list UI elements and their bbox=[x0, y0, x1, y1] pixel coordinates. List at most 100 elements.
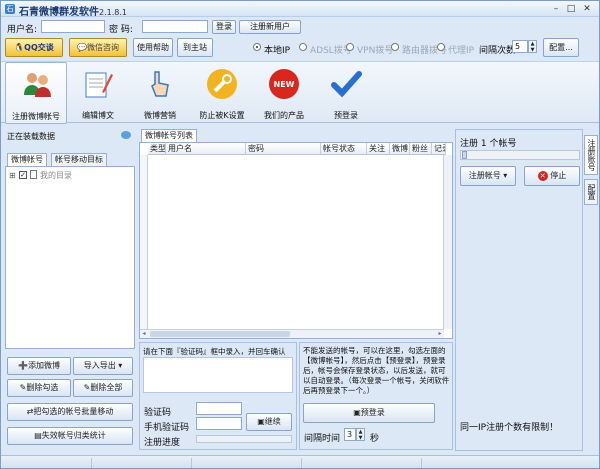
minimize-button[interactable]: – bbox=[549, 3, 563, 15]
column-header[interactable]: 粉丝 bbox=[410, 143, 432, 155]
progress-label: 注册进度 bbox=[144, 438, 181, 448]
add-weibo-button[interactable]: ➕添加微博 bbox=[7, 357, 71, 375]
hscroll-thumb[interactable] bbox=[150, 331, 290, 337]
column-header[interactable]: 关注 bbox=[367, 143, 390, 155]
app-icon: 石 bbox=[5, 4, 15, 14]
tool-register-weibo[interactable]: 注册微博帐号 bbox=[5, 62, 67, 124]
add-icon: ➕ bbox=[18, 361, 28, 370]
users-icon bbox=[24, 73, 51, 97]
phone-code-input[interactable] bbox=[196, 417, 242, 430]
site-button[interactable]: 到主站 bbox=[177, 38, 213, 57]
register-count-label: 注册 1 个帐号 bbox=[460, 139, 517, 149]
captcha-label: 验证码 bbox=[144, 408, 172, 418]
tool-anti-ban[interactable]: 防止被K设置 bbox=[191, 62, 253, 124]
tool-prelogin[interactable]: 预登录 bbox=[315, 62, 377, 124]
ip-option-label[interactable]: VPN拨号 bbox=[357, 43, 393, 56]
refresh-icon[interactable] bbox=[121, 131, 131, 139]
notepad-icon bbox=[85, 72, 113, 98]
row-selector-column bbox=[140, 155, 148, 329]
right-panel: 注册 1 个帐号 注册帐号 ▾ ✕ 停止 同一IP注册个数有限制！ bbox=[455, 129, 583, 451]
login-button[interactable]: 登录 bbox=[212, 20, 236, 34]
register-user-button[interactable]: 注册新用户 bbox=[239, 20, 301, 34]
wechat-icon: 💬 bbox=[77, 43, 87, 52]
stop-button[interactable]: ✕ 停止 bbox=[524, 166, 580, 186]
scroll-left-icon[interactable]: ◂ bbox=[140, 330, 148, 338]
tool-edit-post[interactable]: 编辑博文 bbox=[67, 62, 129, 124]
new-badge-icon: NEW bbox=[269, 69, 299, 99]
slider-thumb[interactable] bbox=[462, 151, 467, 159]
tool-products[interactable]: NEW 我们的产品 bbox=[253, 62, 315, 124]
column-header[interactable]: 微博 bbox=[390, 143, 410, 155]
main-toolbar: 注册微博帐号 编辑博文 微博营销 防止被K设置 NEW 我们的产品 预登录 bbox=[1, 61, 599, 124]
interval-count-input[interactable]: 5 bbox=[512, 40, 528, 53]
account-table[interactable]: 类型用户名密码帐号状态关注微博粉丝记录 ◂ ▸ bbox=[139, 142, 453, 339]
column-header[interactable]: 用户名 bbox=[166, 143, 246, 155]
folder-icon bbox=[30, 170, 37, 179]
column-header[interactable]: 类型 bbox=[148, 143, 166, 155]
captcha-input[interactable] bbox=[196, 402, 242, 415]
delete-checked-button[interactable]: ✎删除勾选 bbox=[7, 379, 71, 397]
ip-option-radio[interactable] bbox=[391, 43, 399, 51]
scroll-right-icon[interactable]: ▸ bbox=[436, 330, 444, 338]
column-header[interactable]: 记录 bbox=[432, 143, 446, 155]
wechat-button[interactable]: 💬微信咨询 bbox=[69, 38, 127, 57]
pointer-icon bbox=[151, 71, 169, 97]
column-header[interactable]: 密码 bbox=[246, 143, 321, 155]
tree-checkbox[interactable]: ✓ bbox=[19, 171, 27, 179]
table-vscroll[interactable] bbox=[443, 155, 452, 329]
maximize-button[interactable]: □ bbox=[564, 3, 578, 15]
ip-option-radio[interactable] bbox=[299, 43, 307, 51]
register-progress-bar bbox=[196, 435, 292, 443]
tree-root-label[interactable]: 我的目录 bbox=[40, 170, 72, 181]
interval-count-label: 间隔次数 bbox=[479, 46, 516, 56]
phone-code-label: 手机验证码 bbox=[144, 423, 190, 433]
tool-marketing[interactable]: 微博营销 bbox=[129, 62, 191, 124]
captcha-image-area bbox=[143, 357, 293, 393]
username-label: 用户名: bbox=[7, 25, 38, 35]
register-account-button[interactable]: 注册帐号 ▾ bbox=[460, 166, 516, 186]
register-slider[interactable] bbox=[460, 150, 580, 160]
status-divider bbox=[301, 458, 302, 468]
tab-config[interactable]: 配置 bbox=[584, 179, 598, 205]
interval-time-input[interactable]: 3 bbox=[344, 428, 356, 441]
column-header[interactable]: 帐号状态 bbox=[321, 143, 367, 155]
tab-account-list[interactable]: 微博帐号列表 bbox=[141, 129, 197, 142]
prelogin-note: 不能发送的帐号，可以在这里，勾选左面的【微博帐号】，然后点击【预登录】，预登录后… bbox=[303, 346, 450, 395]
checkmark-icon bbox=[331, 71, 362, 98]
password-label: 密 码: bbox=[109, 25, 133, 35]
batch-move-button[interactable]: ⇄把勾选的帐号批量移动 bbox=[7, 403, 133, 421]
stats-icon: ▤ bbox=[34, 431, 42, 440]
qq-chat-button[interactable]: 🐧QQ交谈 bbox=[5, 38, 63, 57]
interval-time-spinner[interactable]: ▲ ▼ bbox=[356, 428, 365, 441]
username-input[interactable] bbox=[41, 20, 105, 33]
expand-icon[interactable]: ⊞ bbox=[9, 171, 16, 180]
ip-option-radio[interactable] bbox=[346, 43, 354, 51]
config-button[interactable]: 配置... bbox=[543, 38, 579, 57]
prelogin-button[interactable]: ▣预登录 bbox=[303, 403, 435, 423]
ip-option-radio[interactable] bbox=[437, 43, 445, 51]
loading-label: 正在装载数据 bbox=[7, 132, 55, 141]
status-divider bbox=[421, 458, 422, 468]
delete-all-button[interactable]: ✎删除全部 bbox=[73, 379, 133, 397]
close-button[interactable]: ✕ bbox=[580, 3, 594, 15]
tab-register-account[interactable]: 注册账号 bbox=[584, 135, 598, 175]
status-divider bbox=[91, 458, 92, 468]
ip-option-label[interactable]: 本地IP bbox=[264, 43, 290, 56]
left-panel: 正在装载数据 微博帐号 帐号移动目标 ⊞ ✓ 我的目录 ➕添加微博 导入导出 ▾… bbox=[5, 127, 135, 451]
password-input[interactable] bbox=[142, 20, 208, 33]
help-button[interactable]: 使用帮助 bbox=[133, 38, 173, 57]
ip-option-radio[interactable] bbox=[253, 43, 261, 51]
ip-limit-note: 同一IP注册个数有限制！ bbox=[460, 423, 559, 433]
tab-move-target[interactable]: 帐号移动目标 bbox=[51, 153, 107, 166]
account-tree[interactable]: ⊞ ✓ 我的目录 bbox=[5, 166, 135, 349]
tab-weibo-accounts[interactable]: 微博帐号 bbox=[7, 153, 47, 166]
import-export-button[interactable]: 导入导出 ▾ bbox=[73, 357, 133, 375]
fail-stats-button[interactable]: ▤失效帐号归类统计 bbox=[7, 427, 133, 445]
table-hscroll[interactable]: ◂ ▸ bbox=[140, 329, 444, 338]
continue-button[interactable]: ▣继续 bbox=[246, 413, 292, 431]
continue-icon: ▣ bbox=[257, 417, 265, 426]
prelogin-icon: ▣ bbox=[353, 408, 361, 417]
interval-count-spinner[interactable]: ▲ ▼ bbox=[528, 40, 537, 53]
ip-option-label[interactable]: 代理IP bbox=[448, 43, 474, 56]
chevron-down-icon: ▾ bbox=[115, 361, 123, 370]
